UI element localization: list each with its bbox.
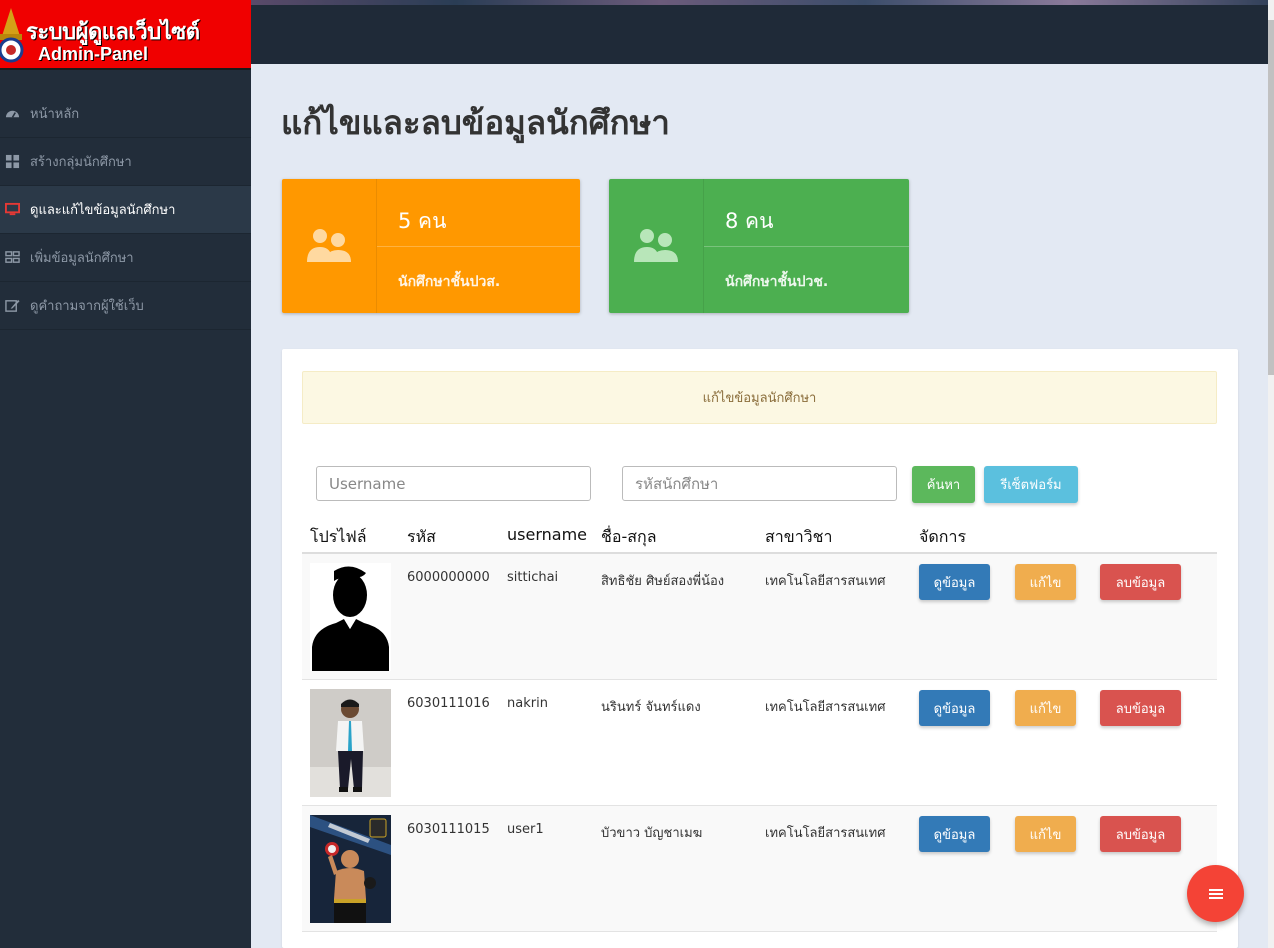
dashboard-icon (4, 106, 20, 122)
student-name: บัวขาว บัญชาเมฆ (601, 826, 703, 841)
banner-strip (251, 0, 1274, 5)
delete-button[interactable]: ลบข้อมูล (1100, 816, 1181, 852)
stat-count: 5 คน (398, 209, 447, 233)
logo-subtitle: Admin-Panel (38, 44, 149, 64)
stat-count: 8 คน (725, 209, 774, 233)
page-title: แก้ไขและลบข้อมูลนักศึกษา (281, 103, 670, 142)
stat-icon-area (609, 179, 704, 313)
avatar (310, 563, 391, 671)
stat-card-vocational: 8 คน นักศึกษาชั้นปวช. (609, 179, 909, 313)
delete-button[interactable]: ลบข้อมูล (1100, 564, 1181, 600)
scrollbar-thumb[interactable] (1268, 20, 1274, 375)
column-header-name: ชื่อ-สกุล (601, 527, 657, 546)
column-header-username: username (507, 525, 587, 544)
monitor-icon (4, 202, 20, 218)
admin-logo[interactable]: ระบบผู้ดูแลเว็บไซต์ Admin-Panel (0, 0, 251, 70)
sidebar-item-label: เพิ่มข้อมูลนักศึกษา (30, 251, 134, 266)
sidebar-item-add-student[interactable]: เพิ่มข้อมูลนักศึกษา (0, 234, 251, 282)
panel-heading-alert: แก้ไขข้อมูลนักศึกษา (302, 371, 1217, 424)
users-icon (634, 229, 678, 262)
column-header-profile: โปรไฟล์ (310, 527, 367, 546)
stat-divider (704, 246, 909, 247)
sidebar-item-view-edit-students[interactable]: ดูและแก้ไขข้อมูลนักศึกษา (0, 186, 251, 234)
stat-icon-area (282, 179, 377, 313)
student-major: เทคโนโลยีสารสนเทศ (765, 574, 886, 589)
edit-button[interactable]: แก้ไข (1015, 564, 1076, 600)
student-id: 6030111016 (407, 696, 490, 711)
edit-icon (4, 298, 20, 314)
view-button[interactable]: ดูข้อมูล (919, 816, 990, 852)
list-icon (4, 250, 20, 266)
student-username: sittichai (507, 570, 559, 585)
stat-divider (377, 246, 580, 247)
table-row: 6000000000 sittichai สิทธิชัย ศิษย์สองพี… (302, 554, 1217, 680)
floating-menu-button[interactable] (1187, 865, 1244, 922)
student-name: สิทธิชัย ศิษย์สองพี่น้อง (601, 574, 725, 589)
edit-button[interactable]: แก้ไข (1015, 816, 1076, 852)
sidebar-nav: หน้าหลัก สร้างกลุ่มนักศึกษา ดูและแก้ไขข้… (0, 90, 251, 330)
page-scrollbar[interactable] (1268, 0, 1274, 948)
avatar (310, 815, 391, 923)
sidebar-item-label: ดูคำถามจากผู้ใช้เว็บ (30, 299, 144, 314)
student-table-panel: แก้ไขข้อมูลนักศึกษา ค้นหา รีเซ็ตฟอร์ม โป… (282, 349, 1238, 948)
student-id: 6000000000 (407, 570, 490, 585)
column-header-id: รหัส (407, 527, 436, 546)
student-major: เทคโนโลยีสารสนเทศ (765, 700, 886, 715)
stat-label: นักศึกษาชั้นปวส. (398, 274, 501, 290)
sidebar-item-label: หน้าหลัก (30, 107, 80, 122)
view-button[interactable]: ดูข้อมูล (919, 690, 990, 726)
student-username: nakrin (507, 696, 548, 711)
sidebar-item-create-group[interactable]: สร้างกลุ่มนักศึกษา (0, 138, 251, 186)
edit-button[interactable]: แก้ไข (1015, 690, 1076, 726)
stat-card-diploma: 5 คน นักศึกษาชั้นปวส. (282, 179, 580, 313)
search-button[interactable]: ค้นหา (912, 466, 975, 503)
column-header-actions: จัดการ (919, 527, 967, 546)
delete-button[interactable]: ลบข้อมูล (1100, 690, 1181, 726)
sidebar-item-user-questions[interactable]: ดูคำถามจากผู้ใช้เว็บ (0, 282, 251, 330)
top-navbar (251, 0, 1274, 64)
column-header-major: สาขาวิชา (765, 527, 833, 546)
reset-form-button[interactable]: รีเซ็ตฟอร์ม (984, 466, 1078, 503)
avatar (310, 689, 391, 797)
sidebar-item-label: ดูและแก้ไขข้อมูลนักศึกษา (30, 203, 176, 218)
table-row: 6030111016 nakrin นรินทร์ จันทร์แดง เทคโ… (302, 680, 1217, 806)
sidebar-item-label: สร้างกลุ่มนักศึกษา (30, 155, 132, 170)
view-button[interactable]: ดูข้อมูล (919, 564, 990, 600)
student-username: user1 (507, 822, 544, 837)
student-id: 6030111015 (407, 822, 490, 837)
student-name: นรินทร์ จันทร์แดง (601, 700, 701, 715)
student-id-search-input[interactable] (622, 466, 897, 501)
username-search-input[interactable] (316, 466, 591, 501)
student-major: เทคโนโลยีสารสนเทศ (765, 826, 886, 841)
stat-label: นักศึกษาชั้นปวช. (725, 274, 829, 290)
table-row: 6030111015 user1 บัวขาว บัญชาเมฆ เทคโนโล… (302, 806, 1217, 932)
menu-icon (1208, 888, 1223, 899)
grid-icon (4, 154, 20, 170)
sidebar-item-home[interactable]: หน้าหลัก (0, 90, 251, 138)
sidebar: ระบบผู้ดูแลเว็บไซต์ Admin-Panel หน้าหลัก… (0, 0, 251, 948)
emblem-icon (0, 8, 24, 63)
users-icon (307, 229, 351, 262)
